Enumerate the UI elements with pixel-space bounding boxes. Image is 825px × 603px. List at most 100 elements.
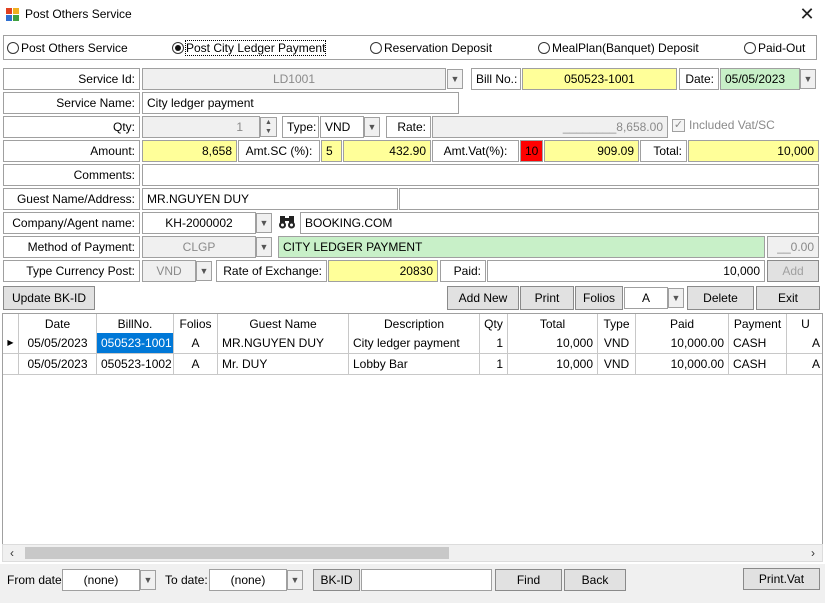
table-cell[interactable]: 10,000 bbox=[508, 333, 598, 354]
method-code-select[interactable]: CLGP bbox=[142, 236, 256, 258]
table-cell[interactable]: Lobby Bar bbox=[349, 354, 480, 375]
from-date-field[interactable]: (none) bbox=[62, 569, 140, 591]
chevron-down-icon[interactable]: ▼ bbox=[447, 69, 463, 89]
qty-stepper[interactable]: ▲ ▼ bbox=[260, 117, 277, 137]
comments-field[interactable] bbox=[142, 164, 819, 186]
table-cell[interactable]: 050523-1002 bbox=[97, 354, 174, 375]
horizontal-scrollbar[interactable]: ‹ › bbox=[2, 544, 823, 562]
table-cell[interactable]: CASH bbox=[729, 354, 787, 375]
amt-sc-value-field[interactable]: 432.90 bbox=[343, 140, 431, 162]
paid-field[interactable]: 10,000 bbox=[487, 260, 765, 282]
add-new-button[interactable]: Add New bbox=[447, 286, 519, 310]
table-cell[interactable]: A bbox=[787, 354, 822, 375]
folios-button[interactable]: Folios bbox=[575, 286, 623, 310]
to-date-field[interactable]: (none) bbox=[209, 569, 287, 591]
chevron-down-icon[interactable]: ▼ bbox=[287, 570, 303, 590]
qty-field[interactable]: 1 bbox=[142, 116, 260, 138]
table-cell[interactable]: A bbox=[174, 354, 218, 375]
column-header[interactable]: Folios bbox=[174, 314, 218, 334]
amt-vat-percent-field[interactable]: 10 bbox=[520, 140, 543, 162]
bill-no-field[interactable]: 050523-1001 bbox=[522, 68, 677, 90]
amount-field[interactable]: 8,658 bbox=[142, 140, 237, 162]
guest-name-field[interactable]: MR.NGUYEN DUY bbox=[142, 188, 398, 210]
table-cell[interactable]: VND bbox=[598, 354, 636, 375]
type-select[interactable]: VND bbox=[320, 116, 364, 138]
scrollbar-thumb[interactable] bbox=[25, 547, 449, 559]
table-cell[interactable]: Mr. DUY bbox=[218, 354, 349, 375]
date-label: Date: bbox=[679, 68, 719, 90]
column-header[interactable]: Date bbox=[19, 314, 97, 334]
table-cell[interactable]: A bbox=[787, 333, 822, 354]
method-name-field[interactable]: CITY LEDGER PAYMENT bbox=[278, 236, 765, 258]
column-header[interactable]: Type bbox=[598, 314, 636, 334]
radio-post-city-ledger-payment[interactable]: Post City Ledger Payment bbox=[172, 40, 327, 56]
table-cell[interactable]: 05/05/2023 bbox=[19, 354, 97, 375]
guest-address-field[interactable] bbox=[399, 188, 819, 210]
find-button[interactable]: Find bbox=[495, 569, 562, 591]
included-vat-checkbox[interactable]: ✓ bbox=[672, 119, 685, 132]
folio-select[interactable]: A bbox=[624, 287, 668, 309]
column-header[interactable]: Qty bbox=[480, 314, 508, 334]
table-cell[interactable]: CASH bbox=[729, 333, 787, 354]
column-header[interactable]: U bbox=[787, 314, 822, 334]
chevron-down-icon[interactable]: ▼ bbox=[668, 288, 684, 308]
print-button[interactable]: Print bbox=[520, 286, 574, 310]
service-name-field[interactable]: City ledger payment bbox=[142, 92, 459, 114]
print-vat-button[interactable]: Print.Vat bbox=[743, 568, 820, 590]
back-button[interactable]: Back bbox=[564, 569, 626, 591]
column-header[interactable]: Payment bbox=[729, 314, 787, 334]
radio-reservation-deposit[interactable]: Reservation Deposit bbox=[370, 41, 492, 55]
delete-button[interactable]: Delete bbox=[687, 286, 754, 310]
table-cell[interactable]: City ledger payment bbox=[349, 333, 480, 354]
method-amount-field[interactable]: __0.00 bbox=[767, 236, 819, 258]
currency-select[interactable]: VND bbox=[142, 260, 196, 282]
company-code-select[interactable]: KH-2000002 bbox=[142, 212, 256, 234]
column-header[interactable]: Total bbox=[508, 314, 598, 334]
close-icon[interactable]: ✕ bbox=[796, 3, 818, 25]
chevron-down-icon[interactable]: ▼ bbox=[364, 117, 380, 137]
chevron-down-icon[interactable]: ▼ bbox=[256, 237, 272, 257]
add-button[interactable]: Add bbox=[767, 260, 819, 282]
table-cell[interactable]: 10,000.00 bbox=[636, 354, 729, 375]
service-id-field[interactable]: LD1001 bbox=[142, 68, 446, 90]
radio-mealplan-deposit[interactable]: MealPlan(Banquet) Deposit bbox=[538, 41, 699, 55]
chevron-down-icon[interactable]: ▼ bbox=[196, 261, 212, 281]
transactions-grid[interactable]: Date BillNo. Folios Guest Name Descripti… bbox=[2, 313, 823, 545]
table-cell-selected[interactable]: 050523-1001 bbox=[97, 333, 174, 354]
total-field[interactable]: 10,000 bbox=[688, 140, 819, 162]
table-cell[interactable]: 10,000 bbox=[508, 354, 598, 375]
exit-button[interactable]: Exit bbox=[756, 286, 820, 310]
binoculars-icon[interactable] bbox=[278, 214, 298, 232]
table-cell[interactable]: 05/05/2023 bbox=[19, 333, 97, 354]
table-cell[interactable]: VND bbox=[598, 333, 636, 354]
date-field[interactable]: 05/05/2023 bbox=[720, 68, 800, 90]
rate-field[interactable]: ________8,658.00 bbox=[432, 116, 668, 138]
stepper-down-icon[interactable]: ▼ bbox=[261, 127, 276, 136]
table-cell[interactable]: 1 bbox=[480, 333, 508, 354]
scroll-left-icon[interactable]: ‹ bbox=[5, 546, 19, 560]
chevron-down-icon[interactable]: ▼ bbox=[140, 570, 156, 590]
table-cell[interactable]: MR.NGUYEN DUY bbox=[218, 333, 349, 354]
amt-vat-value-field[interactable]: 909.09 bbox=[544, 140, 639, 162]
bk-id-field[interactable] bbox=[361, 569, 492, 591]
included-vat-label: Included Vat/SC bbox=[689, 118, 775, 132]
table-cell[interactable]: A bbox=[174, 333, 218, 354]
column-header[interactable]: Description bbox=[349, 314, 480, 334]
table-cell[interactable]: 1 bbox=[480, 354, 508, 375]
stepper-up-icon[interactable]: ▲ bbox=[261, 118, 276, 127]
table-cell[interactable]: 10,000.00 bbox=[636, 333, 729, 354]
chevron-down-icon[interactable]: ▼ bbox=[256, 213, 272, 233]
amt-sc-percent-field[interactable]: 5 bbox=[321, 140, 342, 162]
row-header[interactable] bbox=[3, 354, 19, 375]
column-header[interactable]: Paid bbox=[636, 314, 729, 334]
radio-paid-out[interactable]: Paid-Out bbox=[744, 41, 805, 55]
radio-post-others-service[interactable]: Post Others Service bbox=[7, 41, 128, 55]
exchange-rate-field[interactable]: 20830 bbox=[328, 260, 438, 282]
calendar-dropdown-icon[interactable]: ▼ bbox=[800, 69, 816, 89]
scroll-right-icon[interactable]: › bbox=[806, 546, 820, 560]
column-header[interactable]: BillNo. bbox=[97, 314, 174, 334]
company-name-field[interactable]: BOOKING.COM bbox=[300, 212, 819, 234]
radio-icon bbox=[370, 42, 382, 54]
column-header[interactable]: Guest Name bbox=[218, 314, 349, 334]
update-bk-id-button[interactable]: Update BK-ID bbox=[3, 286, 95, 310]
